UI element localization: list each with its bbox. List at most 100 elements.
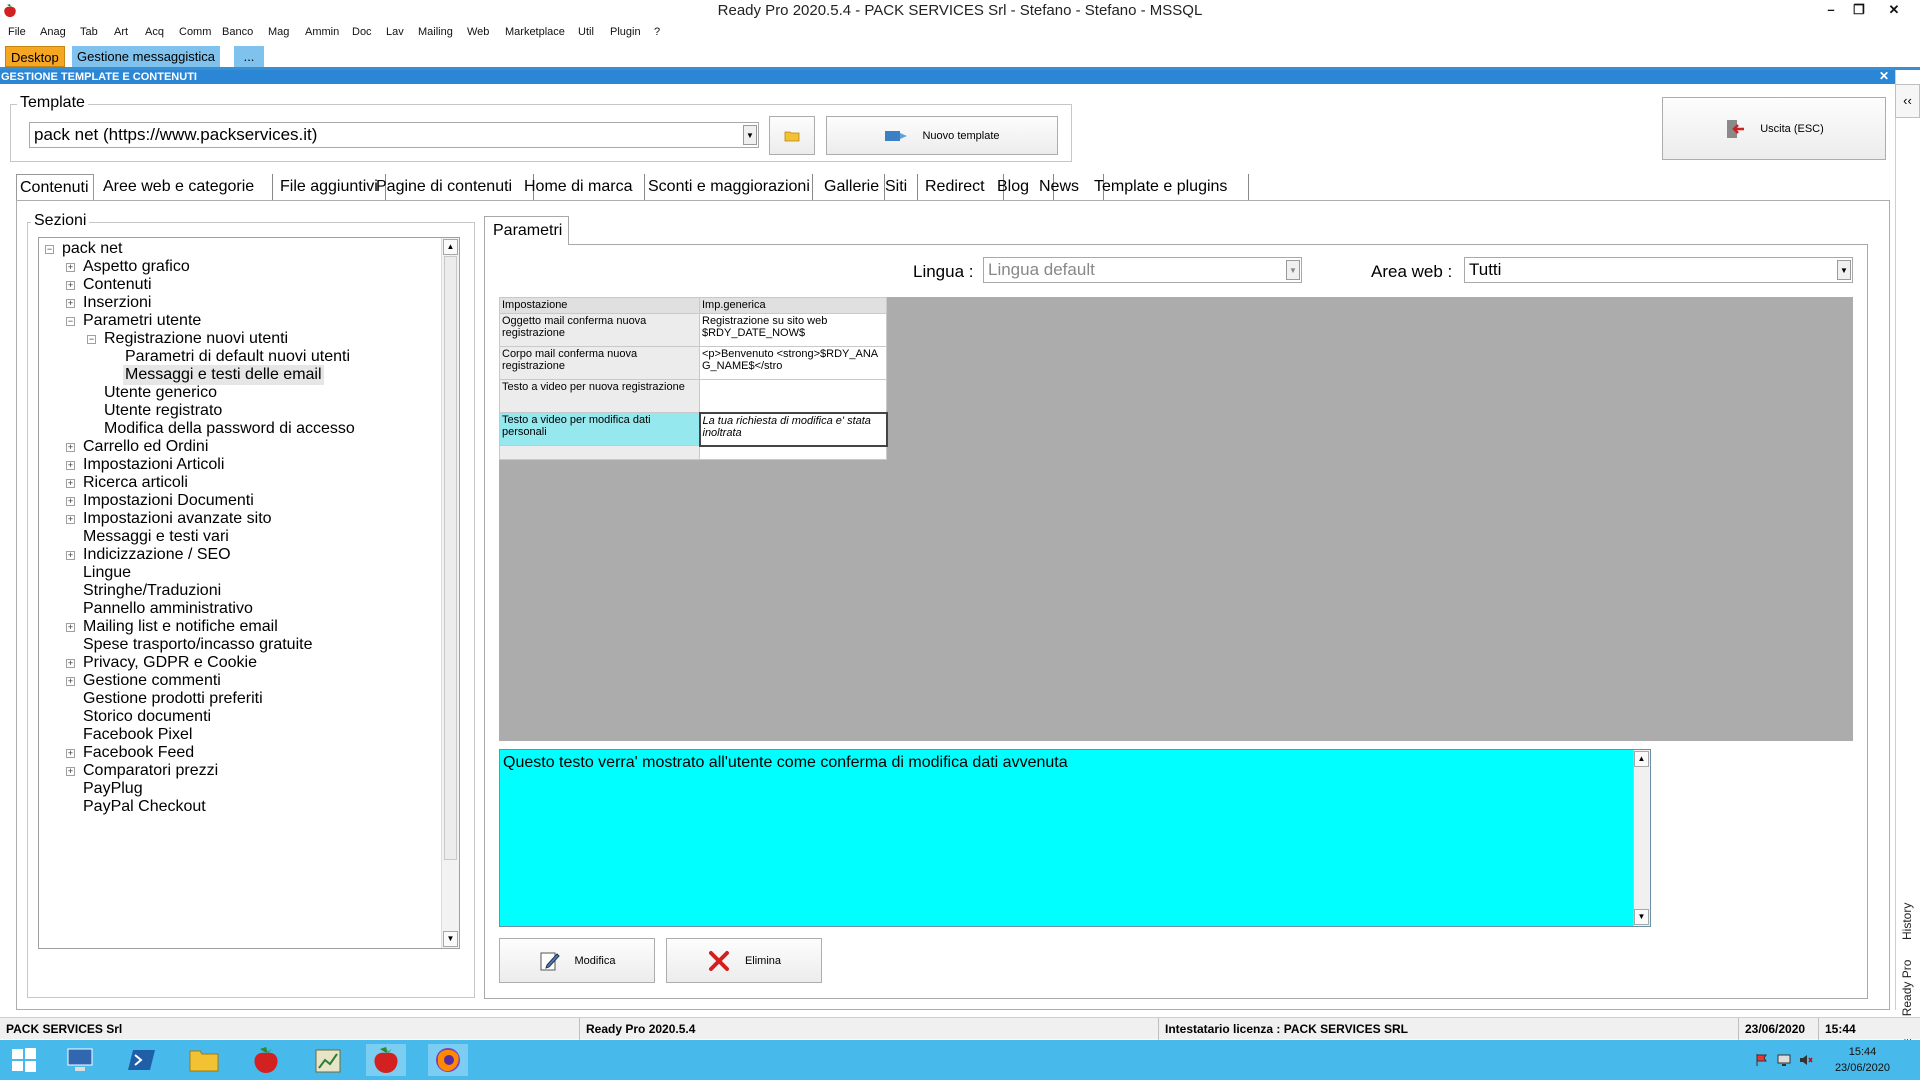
lingua-select[interactable]: Lingua default ▼ (983, 257, 1302, 283)
collapse-icon[interactable]: − (87, 335, 96, 344)
network-tray-icon[interactable] (1774, 1044, 1794, 1076)
menu-file[interactable]: File (8, 26, 26, 38)
menu-banco[interactable]: Banco (222, 26, 253, 38)
expand-icon[interactable]: + (66, 551, 75, 560)
grid-cell-value[interactable]: <p>Benvenuto <strong>$RDY_ANAG_NAME$</st… (699, 346, 887, 380)
grid-cell-value[interactable] (699, 379, 887, 413)
taskbar-clock[interactable]: 15:44 23/06/2020 (1835, 1044, 1890, 1076)
chevron-down-icon[interactable]: ▼ (1286, 260, 1300, 280)
grid-cell-value[interactable] (699, 445, 887, 460)
tab-redirect[interactable]: Redirect (922, 174, 1004, 200)
ready-pro-active-icon[interactable] (366, 1044, 406, 1076)
menu-lav[interactable]: Lav (386, 26, 404, 38)
expand-icon[interactable]: + (66, 767, 75, 776)
expand-icon[interactable]: + (66, 515, 75, 524)
start-windows-icon[interactable] (4, 1044, 44, 1076)
powershell-icon[interactable] (122, 1044, 162, 1076)
collapse-icon[interactable]: − (45, 245, 54, 254)
tab-aree-web-e-categorie[interactable]: Aree web e categorie (100, 174, 273, 200)
tab-parametri[interactable]: Parametri (484, 216, 569, 245)
firefox-icon[interactable] (428, 1044, 468, 1076)
elimina-button[interactable]: Elimina (666, 938, 822, 983)
tab-pagine-di-contenuti[interactable]: Pagine di contenuti (373, 174, 534, 200)
chevron-down-icon[interactable]: ▼ (1837, 260, 1851, 280)
tree-node-label: Mailing list e notifiche email (83, 618, 278, 635)
menu-tab[interactable]: Tab (80, 26, 98, 38)
grid-cell-value[interactable]: La tua richiesta di modifica e' stata in… (698, 411, 888, 447)
collapse-icon[interactable]: − (66, 317, 75, 326)
tab-home-di-marca[interactable]: Home di marca (521, 174, 645, 200)
new-template-button[interactable]: Nuovo template (826, 116, 1058, 155)
expand-icon[interactable]: + (66, 281, 75, 290)
tab-file-aggiuntivi[interactable]: File aggiuntivi (277, 174, 386, 200)
menu-help[interactable]: ? (654, 26, 660, 38)
tab-gestione-messaggistica[interactable]: Gestione messaggistica (72, 46, 221, 67)
menu-ammin[interactable]: Ammin (305, 26, 339, 38)
menu-comm[interactable]: Comm (179, 26, 211, 38)
tab-more[interactable]: ... (234, 46, 264, 67)
expand-icon[interactable]: + (66, 497, 75, 506)
grid-row-empty[interactable] (499, 445, 887, 460)
menu-web[interactable]: Web (467, 26, 489, 38)
expand-icon[interactable]: + (66, 479, 75, 488)
assistant-panel: History Assistente Ready Pro (1895, 70, 1920, 1075)
minimize-button[interactable]: – (1817, 0, 1845, 20)
expand-icon[interactable]: + (66, 443, 75, 452)
history-tab[interactable]: History (1900, 903, 1914, 940)
menu-mailing[interactable]: Mailing (418, 26, 453, 38)
expand-icon[interactable]: + (66, 461, 75, 470)
exit-button[interactable]: Uscita (ESC) (1662, 97, 1886, 160)
scroll-up-icon[interactable]: ▲ (1634, 751, 1649, 767)
chevron-down-icon[interactable]: ▼ (743, 125, 757, 145)
tab-desktop[interactable]: Desktop (5, 46, 65, 67)
flag-tray-icon[interactable] (1752, 1044, 1772, 1076)
menu-util[interactable]: Util (578, 26, 594, 38)
scroll-down-icon[interactable]: ▼ (443, 931, 458, 947)
restore-button[interactable]: ❐ (1845, 0, 1873, 20)
ready-pro-icon[interactable] (246, 1044, 286, 1076)
close-window-button[interactable]: ✕ (1880, 0, 1908, 20)
tree-node-label: Lingue (83, 564, 132, 581)
assistant-collapse-button[interactable]: ‹‹ (1895, 84, 1920, 118)
chart-app-icon[interactable] (308, 1044, 348, 1076)
grid-cell-value[interactable]: Registrazione su sito web $RDY_DATE_NOW$ (699, 313, 887, 347)
file-explorer-icon[interactable] (184, 1044, 224, 1076)
tree-scrollbar[interactable]: ▲ ▼ (441, 238, 459, 948)
grid-row[interactable]: Oggetto mail conferma nuova registrazion… (499, 313, 887, 347)
tab-gallerie[interactable]: Gallerie (821, 174, 885, 200)
menu-doc[interactable]: Doc (352, 26, 372, 38)
scroll-down-icon[interactable]: ▼ (1634, 909, 1649, 925)
computer-icon[interactable] (60, 1044, 100, 1076)
modifica-button[interactable]: Modifica (499, 938, 655, 983)
template-select[interactable]: pack net (https://www.packservices.it) ▼ (29, 122, 759, 148)
description-text: Questo testo verra' mostrato all'utente … (503, 754, 1068, 771)
tab-sconti-e-maggiorazioni[interactable]: Sconti e maggiorazioni (645, 174, 813, 200)
scroll-thumb[interactable] (444, 256, 457, 860)
expand-icon[interactable]: + (66, 263, 75, 272)
tab-contenuti[interactable]: Contenuti (16, 174, 94, 200)
tab-template-e-plugins[interactable]: Template e plugins (1091, 174, 1249, 200)
expand-icon[interactable]: + (66, 677, 75, 686)
section-close-button[interactable]: ✕ (1876, 69, 1892, 83)
grid-row[interactable]: Corpo mail conferma nuova registrazione … (499, 346, 887, 380)
menu-marketplace[interactable]: Marketplace (505, 26, 565, 38)
menu-plugin[interactable]: Plugin (610, 26, 641, 38)
expand-icon[interactable]: + (66, 749, 75, 758)
scroll-up-icon[interactable]: ▲ (443, 239, 458, 255)
tree-node-label: Inserzioni (83, 294, 152, 311)
grid-row[interactable]: Testo a video per nuova registrazione (499, 379, 887, 413)
menu-acq[interactable]: Acq (145, 26, 164, 38)
open-folder-button[interactable] (769, 116, 815, 155)
menu-art[interactable]: Art (114, 26, 128, 38)
description-scrollbar[interactable]: ▲ ▼ (1633, 750, 1650, 926)
expand-icon[interactable]: + (66, 623, 75, 632)
expand-icon[interactable]: + (66, 659, 75, 668)
menu-anag[interactable]: Anag (40, 26, 66, 38)
expand-icon[interactable]: + (66, 299, 75, 308)
description-textarea[interactable]: Questo testo verra' mostrato all'utente … (499, 749, 1651, 927)
menu-mag[interactable]: Mag (268, 26, 289, 38)
tab-siti[interactable]: Siti (882, 174, 918, 200)
grid-row-selected[interactable]: Testo a video per modifica dati personal… (499, 411, 888, 447)
area-web-select[interactable]: Tutti ▼ (1464, 257, 1853, 283)
volume-tray-icon[interactable] (1796, 1044, 1816, 1076)
